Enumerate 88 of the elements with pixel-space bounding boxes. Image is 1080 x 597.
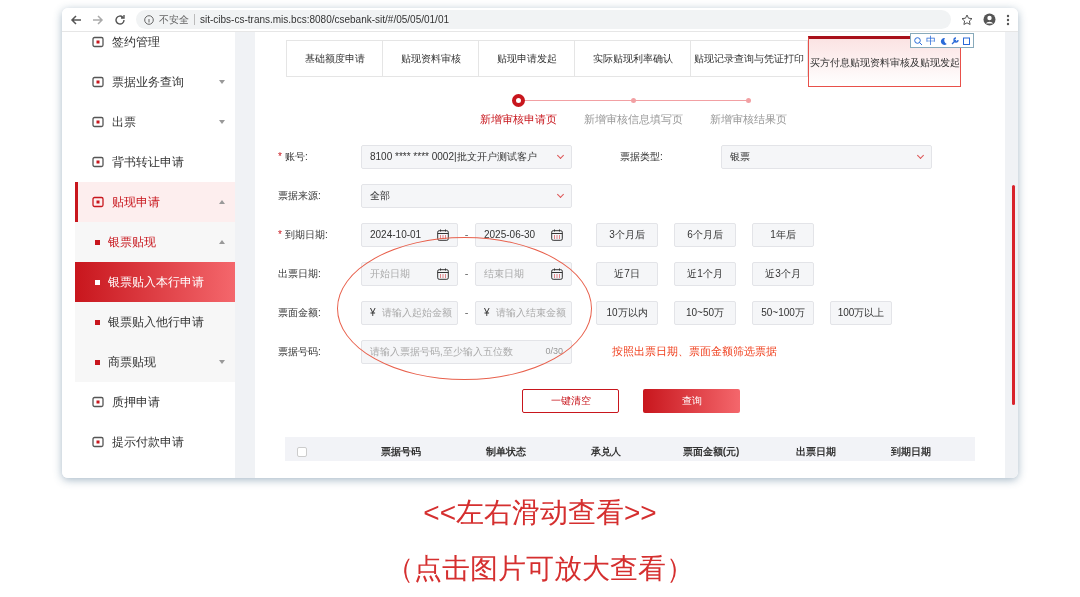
caption-text: （点击图片可放大查看）: [385, 552, 695, 586]
document-icon: [92, 436, 104, 448]
document-icon: [92, 116, 104, 128]
field-label: 票据来源:: [278, 189, 322, 203]
moon-icon[interactable]: [940, 36, 947, 45]
quick-range-button[interactable]: 近1个月: [674, 261, 736, 286]
sidebar-item[interactable]: 提示付款申请: [75, 422, 235, 462]
document-icon: [92, 36, 104, 48]
clear-button[interactable]: 一键清空: [522, 388, 619, 413]
info-icon: [144, 14, 154, 25]
document-icon: [92, 76, 104, 88]
range-separator: -: [463, 266, 470, 282]
submenu-item[interactable]: 商票贴现: [75, 342, 235, 382]
column-header: 承兑人: [590, 444, 622, 459]
step-label: 新增审核信息填写页: [584, 112, 683, 127]
date-field[interactable]: 2025-06-30: [475, 222, 572, 247]
security-label: 不安全: [159, 13, 189, 27]
tab[interactable]: 贴现申请发起: [479, 41, 575, 76]
caption-text: <<左右滑动查看>>: [422, 496, 658, 530]
quick-range-button[interactable]: 10~50万: [674, 300, 736, 325]
column-header: 制单状态: [485, 444, 527, 459]
field-label: 出票日期:: [278, 267, 322, 281]
amount-field[interactable]: ¥ 请输入起始金额: [361, 300, 458, 325]
language-toggle[interactable]: 中: [926, 35, 936, 46]
range-separator: -: [463, 305, 470, 321]
submenu-item[interactable]: 银票贴入他行申请: [75, 302, 235, 342]
reload-icon[interactable]: [114, 13, 126, 26]
sidebar-item[interactable]: 签约管理: [75, 32, 235, 62]
calendar-icon: [551, 267, 563, 280]
wrench-icon[interactable]: [951, 36, 959, 45]
menu-icon[interactable]: [1006, 13, 1010, 26]
account-icon[interactable]: [983, 13, 996, 26]
column-header: 票据号码: [380, 444, 422, 459]
bullet-icon: [95, 279, 100, 285]
date-field[interactable]: 2024-10-01: [361, 222, 458, 247]
annotation-text: 按照出票日期、票面金额筛选票据: [612, 344, 777, 360]
select-field[interactable]: 8100 **** **** 0002|批文开户测试客户: [361, 144, 572, 169]
field-label: 票据类型:: [620, 150, 664, 164]
column-header: 到期日期: [890, 444, 932, 459]
quick-range-button[interactable]: 6个月后: [674, 222, 736, 247]
bullet-icon: [95, 239, 100, 245]
tab[interactable]: 基础额度申请: [287, 41, 383, 76]
required-mark: *: [278, 229, 282, 240]
submenu-item[interactable]: 银票贴现: [75, 222, 235, 262]
calendar-icon: [437, 267, 449, 280]
bullet-icon: [95, 319, 100, 325]
bullet-icon: [95, 359, 100, 365]
quick-range-button[interactable]: 10万以内: [596, 300, 658, 325]
search-icon[interactable]: [914, 36, 922, 45]
sidebar-item[interactable]: 出票: [75, 102, 235, 142]
quick-range-button[interactable]: 50~100万: [752, 300, 814, 325]
field-label: 到期日期:: [284, 229, 328, 240]
search-button[interactable]: 查询: [643, 388, 740, 413]
sidebar-item[interactable]: 票据业务查询: [75, 62, 235, 102]
star-icon[interactable]: [961, 13, 973, 26]
field-label: 账号:: [284, 151, 308, 162]
step-label: 新增审核申请页: [480, 112, 557, 127]
field-label: 票据号码:: [278, 345, 322, 359]
tab[interactable]: 贴现记录查询与凭证打印: [691, 41, 807, 76]
column-header: 票面金额(元): [681, 444, 741, 459]
range-separator: -: [463, 227, 470, 243]
sidebar-item[interactable]: 背书转让申请: [75, 142, 235, 182]
document-icon: [92, 396, 104, 408]
select-field[interactable]: 全部: [361, 183, 572, 208]
quick-range-button[interactable]: 1年后: [752, 222, 814, 247]
select-field[interactable]: 银票: [721, 144, 932, 169]
quick-range-button[interactable]: 3个月后: [596, 222, 658, 247]
sidebar-item[interactable]: 质押申请: [75, 382, 235, 422]
column-header: 出票日期: [795, 444, 837, 459]
sidebar-item[interactable]: 贴现申请: [75, 182, 235, 222]
url-text: sit-cibs-cs-trans.mis.bcs:8080/csebank-sit/#/05/05/01/01: [200, 13, 449, 27]
quick-range-button[interactable]: 近3个月: [752, 261, 814, 286]
quick-range-button[interactable]: 100万以上: [830, 300, 892, 325]
document-icon: [92, 156, 104, 168]
back-icon[interactable]: [70, 13, 82, 26]
address-bar[interactable]: 不安全 sit-cibs-cs-trans.mis.bcs:8080/csebank-sit/#/05/05/01/01: [136, 10, 951, 29]
amount-field[interactable]: ¥ 请输入结束金额: [475, 300, 572, 325]
document-icon: [92, 196, 104, 208]
tab[interactable]: 实际贴现利率确认: [575, 41, 691, 76]
submenu-item[interactable]: 银票贴入本行申请: [75, 262, 235, 302]
calendar-icon: [437, 228, 449, 241]
quick-range-button[interactable]: 近7日: [596, 261, 658, 286]
field-label: 票面金额:: [278, 306, 322, 320]
tab[interactable]: 贴现资料审核: [383, 41, 479, 76]
checkbox[interactable]: [297, 446, 307, 457]
step-label: 新增审核结果页: [710, 112, 787, 127]
calendar-icon: [551, 228, 563, 241]
required-mark: *: [278, 151, 282, 162]
